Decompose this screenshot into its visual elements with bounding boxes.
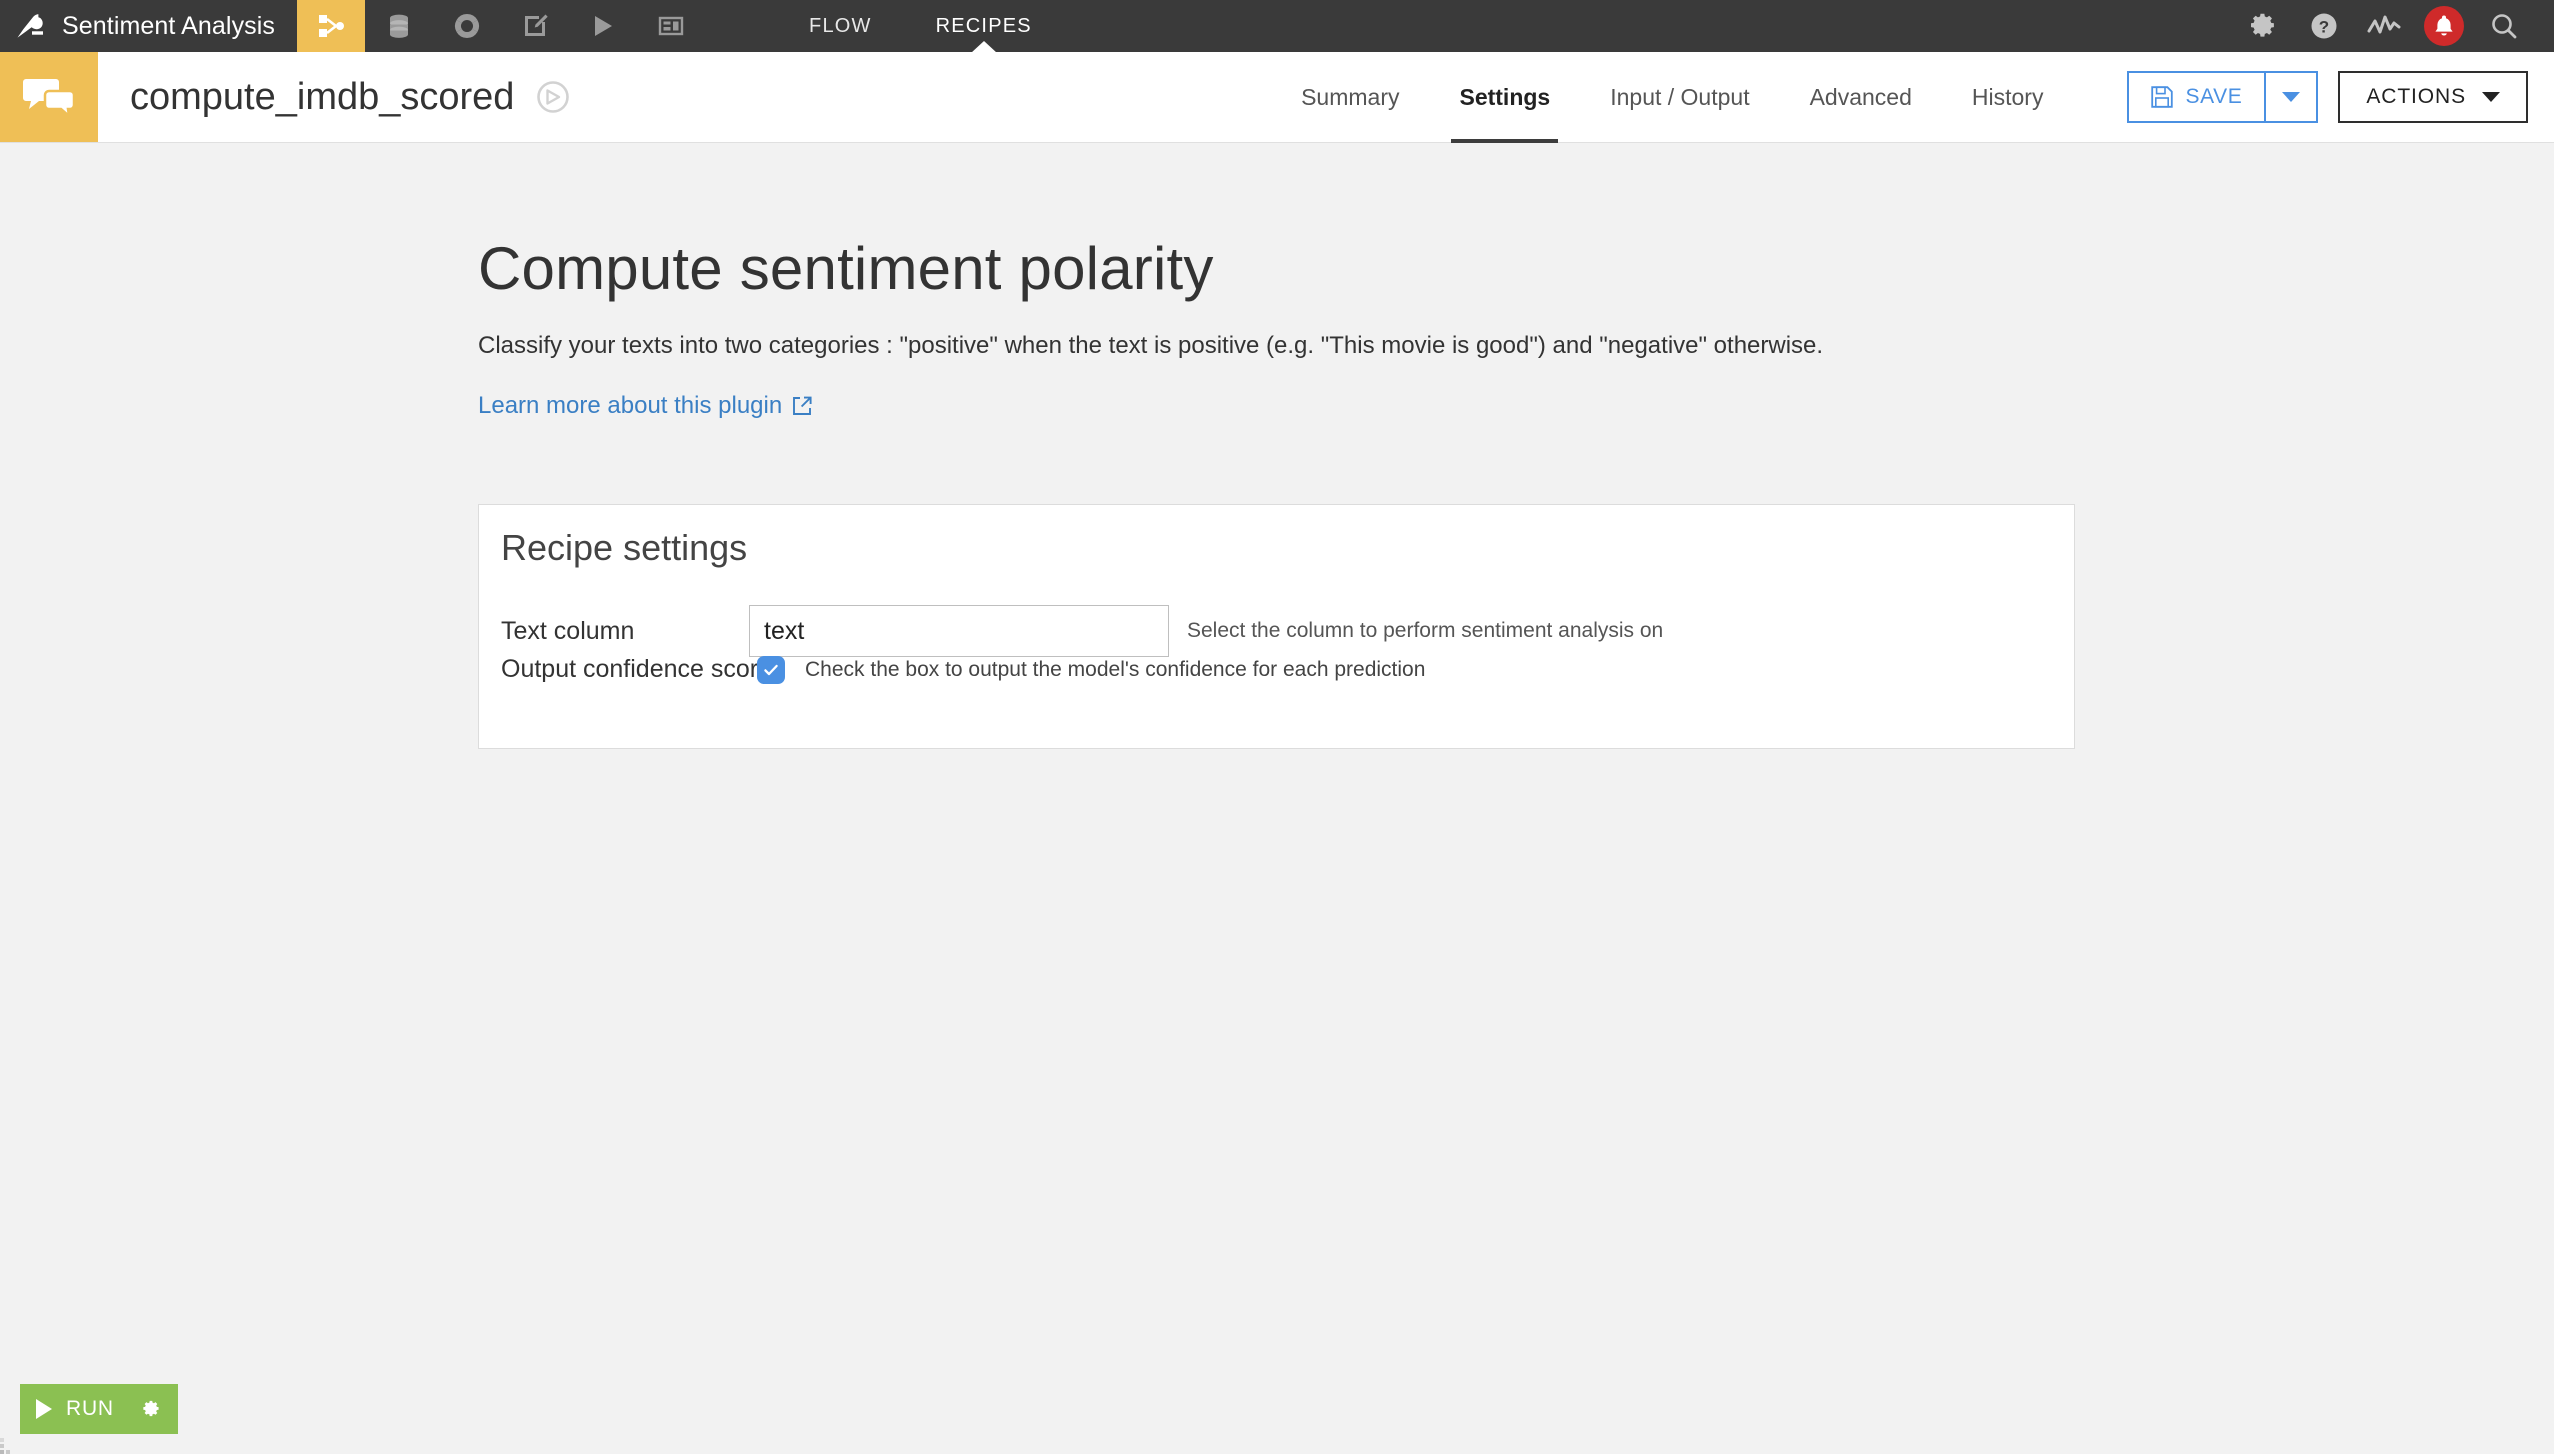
save-button-label: SAVE [2185, 85, 2243, 108]
gear-icon [2251, 13, 2274, 37]
dashboards-icon [658, 16, 684, 36]
nav-icon-dashboards[interactable] [637, 0, 705, 52]
dataiku-logo[interactable] [0, 0, 62, 52]
chevron-down-icon [2482, 92, 2500, 102]
search-button[interactable] [2476, 0, 2532, 52]
run-button[interactable]: RUN [20, 1384, 178, 1434]
notification-badge [2424, 6, 2464, 46]
tab-input-output[interactable]: Input / Output [1580, 52, 1779, 143]
actions-button[interactable]: ACTIONS [2338, 71, 2528, 123]
search-icon [2492, 14, 2517, 39]
panel-title: Recipe settings [501, 527, 748, 568]
dataiku-bird-logo [17, 14, 43, 38]
lab-models-icon [455, 13, 480, 38]
topbar-right-icons: ? [2236, 0, 2554, 52]
text-column-help: Select the column to perform sentiment a… [1187, 619, 1664, 642]
top-navigation-bar: Sentiment Analysis FLOW RECIPES ? [0, 0, 2554, 52]
run-settings-button[interactable] [142, 1399, 162, 1419]
gear-icon [143, 1400, 159, 1417]
activity-monitor-icon [2367, 15, 2401, 34]
nav-icon-notebooks[interactable] [501, 0, 569, 52]
text-column-row: Text column Select the column to perform… [501, 605, 2051, 657]
datasets-icon [390, 14, 409, 38]
play-triangle-icon [36, 1399, 52, 1419]
nav-section-recipes[interactable]: RECIPES [904, 0, 1064, 52]
recipe-heading: Compute sentiment polarity [478, 235, 1214, 302]
checkmark-icon [764, 664, 778, 675]
nav-icon-flow[interactable] [297, 0, 366, 52]
monitoring-button[interactable] [2356, 0, 2412, 52]
notebooks-icon [525, 14, 548, 36]
run-button-label: RUN [66, 1397, 114, 1420]
save-button[interactable]: SAVE [2129, 73, 2264, 121]
nav-section-flow[interactable]: FLOW [777, 0, 904, 52]
scenarios-icon [595, 16, 613, 36]
svg-text:?: ? [2319, 18, 2329, 37]
window-resize-grip[interactable] [0, 1438, 16, 1454]
recipe-type-badge [0, 52, 98, 142]
external-link-icon [793, 396, 812, 415]
help-icon: ? [2311, 13, 2337, 39]
sentiment-chat-bubbles-icon [23, 79, 75, 119]
tab-settings[interactable]: Settings [1429, 52, 1580, 143]
learn-more-label: Learn more about this plugin [478, 392, 783, 419]
help-button[interactable]: ? [2296, 0, 2352, 52]
page-title[interactable]: compute_imdb_scored [130, 76, 514, 119]
recipe-title-area: compute_imdb_scored [98, 52, 570, 142]
output-confidence-checkbox[interactable] [757, 655, 785, 684]
navigator-button[interactable] [536, 80, 570, 114]
tab-history[interactable]: History [1942, 52, 2074, 143]
text-column-label: Text column [501, 616, 635, 645]
output-confidence-label: Output confidence scores [501, 655, 785, 683]
output-confidence-help: Check the box to output the model's conf… [805, 657, 1426, 681]
header-action-buttons: SAVE ACTIONS [2073, 52, 2554, 142]
tab-advanced[interactable]: Advanced [1780, 52, 1942, 143]
nav-sections: FLOW RECIPES [777, 0, 1064, 52]
nav-icon-scenarios[interactable] [569, 0, 637, 52]
recipe-settings-panel: Recipe settings Text column Select the c… [478, 504, 2075, 749]
nav-icon-lab[interactable] [433, 0, 501, 52]
save-split-button: SAVE [2127, 71, 2319, 123]
learn-more-link[interactable]: Learn more about this plugin [478, 392, 812, 420]
compass-navigator-icon [537, 81, 570, 113]
recipe-header: compute_imdb_scored Summary Settings Inp… [0, 52, 2554, 143]
save-dropdown-button[interactable] [2264, 73, 2316, 121]
recipe-description: Classify your texts into two categories … [478, 332, 1824, 359]
project-name[interactable]: Sentiment Analysis [62, 0, 297, 52]
nav-icon-datasets[interactable] [365, 0, 433, 52]
text-column-input[interactable] [749, 605, 1169, 657]
actions-button-label: ACTIONS [2366, 85, 2466, 108]
main-content: Compute sentiment polarity Classify your… [0, 144, 2554, 1454]
output-confidence-row: Output confidence scores Check the box t… [501, 655, 2051, 684]
floppy-disk-icon [2151, 86, 2174, 108]
settings-button[interactable] [2236, 0, 2292, 52]
chevron-down-icon [2282, 92, 2301, 102]
notification-bell-icon [2435, 15, 2453, 36]
recipe-tabs: Summary Settings Input / Output Advanced… [1271, 52, 2073, 143]
notifications-button[interactable] [2416, 0, 2472, 52]
flow-recipe-icon [319, 15, 345, 37]
tab-summary[interactable]: Summary [1271, 52, 1429, 143]
